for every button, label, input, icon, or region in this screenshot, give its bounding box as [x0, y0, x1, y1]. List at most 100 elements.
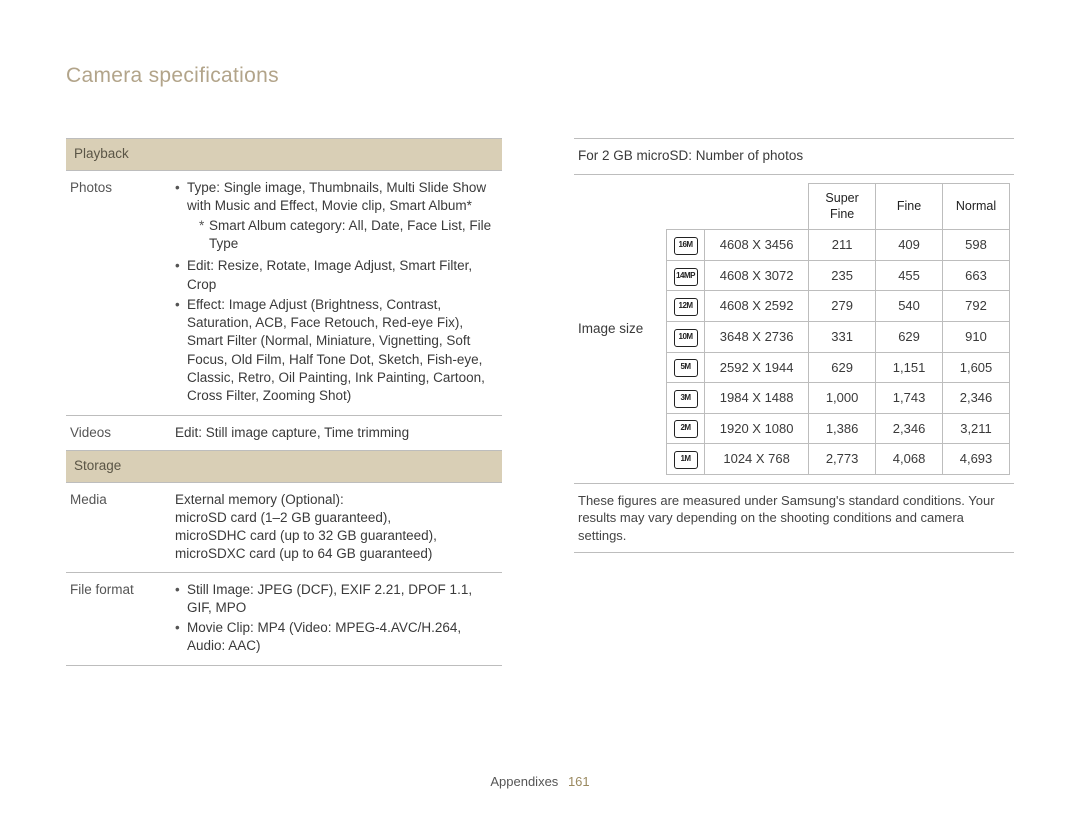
photo-count-table: Super Fine Fine Normal 16M4608 X 3456211… [666, 183, 1010, 475]
row-value: External memory (Optional): microSD card… [171, 482, 502, 572]
resolution-cell: 1920 X 1080 [705, 413, 809, 444]
row-header: For 2 GB microSD: Number of photos [574, 139, 1014, 174]
bullet: Movie Clip: MP4 (Video: MPEG-4.AVC/H.264… [175, 619, 496, 655]
section-playback: Playback [66, 139, 502, 170]
table-row: 12M 4608 X 2592279540792 [667, 291, 1010, 322]
spec-table-right: For 2 GB microSD: Number of photos Image… [574, 138, 1014, 553]
right-header: For 2 GB microSD: Number of photos [574, 139, 1014, 174]
normal-cell: 3,211 [943, 413, 1010, 444]
mp-icon-cell: 16M [667, 230, 705, 261]
table-row: 3M 1984 X 14881,0001,7432,346 [667, 383, 1010, 414]
megapixel-icon: 5M [674, 359, 698, 377]
fine-cell: 540 [876, 291, 943, 322]
row-value: Super Fine Fine Normal 16M4608 X 3456211… [662, 174, 1014, 483]
super-fine-cell: 1,000 [809, 383, 876, 414]
line: External memory (Optional): [175, 491, 496, 509]
row-file-format: File format Still Image: JPEG (DCF), EXI… [66, 572, 502, 666]
table-row: 5M 2592 X 19446291,1511,605 [667, 352, 1010, 383]
row-value: Type: Single image, Thumbnails, Multi Sl… [171, 170, 502, 416]
table-row: 2M 1920 X 10801,3862,3463,211 [667, 413, 1010, 444]
mp-icon-cell: 1M [667, 444, 705, 475]
table-row: 1M 1024 X 7682,7734,0684,693 [667, 444, 1010, 475]
row-label: Media [66, 482, 171, 572]
line: microSD card (1–2 GB guaranteed), [175, 509, 496, 527]
normal-cell: 792 [943, 291, 1010, 322]
resolution-cell: 1024 X 768 [705, 444, 809, 475]
table-header-row: Super Fine Fine Normal [667, 183, 1010, 230]
normal-cell: 663 [943, 260, 1010, 291]
row-label: Image size [574, 174, 662, 483]
mp-icon-cell: 10M [667, 321, 705, 352]
super-fine-cell: 331 [809, 321, 876, 352]
megapixel-icon: 12M [674, 298, 698, 316]
row-label: Videos [66, 416, 171, 451]
table-row: 10M 3648 X 2736331629910 [667, 321, 1010, 352]
normal-cell: 598 [943, 230, 1010, 261]
left-column: Playback Photos Type: Single image, Thum… [66, 138, 502, 666]
sub-bullet: Smart Album category: All, Date, Face Li… [199, 217, 496, 253]
row-media: Media External memory (Optional): microS… [66, 482, 502, 572]
spec-table-left: Playback Photos Type: Single image, Thum… [66, 138, 502, 666]
fine-cell: 1,743 [876, 383, 943, 414]
resolution-cell: 1984 X 1488 [705, 383, 809, 414]
col-super-fine: Super Fine [809, 183, 876, 230]
line: microSDXC card (up to 64 GB guaranteed) [175, 545, 496, 563]
resolution-cell: 4608 X 2592 [705, 291, 809, 322]
bullet: Effect: Image Adjust (Brightness, Contra… [175, 296, 496, 405]
row-value: Edit: Still image capture, Time trimming [171, 416, 502, 451]
fine-cell: 2,346 [876, 413, 943, 444]
super-fine-cell: 235 [809, 260, 876, 291]
right-column: For 2 GB microSD: Number of photos Image… [574, 138, 1014, 666]
row-label: File format [66, 572, 171, 666]
bullet: Still Image: JPEG (DCF), EXIF 2.21, DPOF… [175, 581, 496, 617]
table-row: 16M4608 X 3456211409598 [667, 230, 1010, 261]
mp-icon-cell: 2M [667, 413, 705, 444]
mp-icon-cell: 5M [667, 352, 705, 383]
fine-cell: 409 [876, 230, 943, 261]
fine-cell: 455 [876, 260, 943, 291]
mp-icon-cell: 3M [667, 383, 705, 414]
megapixel-icon: 2M [674, 420, 698, 438]
megapixel-icon: 1M [674, 451, 698, 469]
mp-icon-cell: 12M [667, 291, 705, 322]
super-fine-cell: 279 [809, 291, 876, 322]
super-fine-cell: 1,386 [809, 413, 876, 444]
megapixel-icon: 3M [674, 390, 698, 408]
fine-cell: 629 [876, 321, 943, 352]
row-footnote: These figures are measured under Samsung… [574, 483, 1014, 553]
bullet: Type: Single image, Thumbnails, Multi Sl… [175, 179, 496, 254]
bullet-text: Type: Single image, Thumbnails, Multi Sl… [187, 180, 486, 213]
normal-cell: 1,605 [943, 352, 1010, 383]
resolution-cell: 4608 X 3456 [705, 230, 809, 261]
page-footer: Appendixes 161 [0, 773, 1080, 791]
line: microSDHC card (up to 32 GB guaranteed), [175, 527, 496, 545]
fine-cell: 1,151 [876, 352, 943, 383]
super-fine-cell: 211 [809, 230, 876, 261]
row-photos: Photos Type: Single image, Thumbnails, M… [66, 170, 502, 416]
footer-page-number: 161 [568, 774, 590, 789]
fine-cell: 4,068 [876, 444, 943, 475]
normal-cell: 910 [943, 321, 1010, 352]
normal-cell: 2,346 [943, 383, 1010, 414]
section-storage: Storage [66, 451, 502, 482]
resolution-cell: 4608 X 3072 [705, 260, 809, 291]
section-label: Playback [66, 139, 502, 170]
table-row: 14MP4608 X 3072235455663 [667, 260, 1010, 291]
page-title: Camera specifications [66, 62, 1016, 90]
super-fine-cell: 2,773 [809, 444, 876, 475]
col-normal: Normal [943, 183, 1010, 230]
row-value: Still Image: JPEG (DCF), EXIF 2.21, DPOF… [171, 572, 502, 666]
col-fine: Fine [876, 183, 943, 230]
row-label: Photos [66, 170, 171, 416]
super-fine-cell: 629 [809, 352, 876, 383]
blank-header [667, 183, 809, 230]
resolution-cell: 2592 X 1944 [705, 352, 809, 383]
resolution-cell: 3648 X 2736 [705, 321, 809, 352]
section-label: Storage [66, 451, 502, 482]
footnote-text: These figures are measured under Samsung… [574, 483, 1014, 553]
mp-icon-cell: 14MP [667, 260, 705, 291]
row-image-size: Image size Super Fine Fine Normal [574, 174, 1014, 483]
normal-cell: 4,693 [943, 444, 1010, 475]
row-videos: Videos Edit: Still image capture, Time t… [66, 416, 502, 451]
megapixel-icon: 10M [674, 329, 698, 347]
